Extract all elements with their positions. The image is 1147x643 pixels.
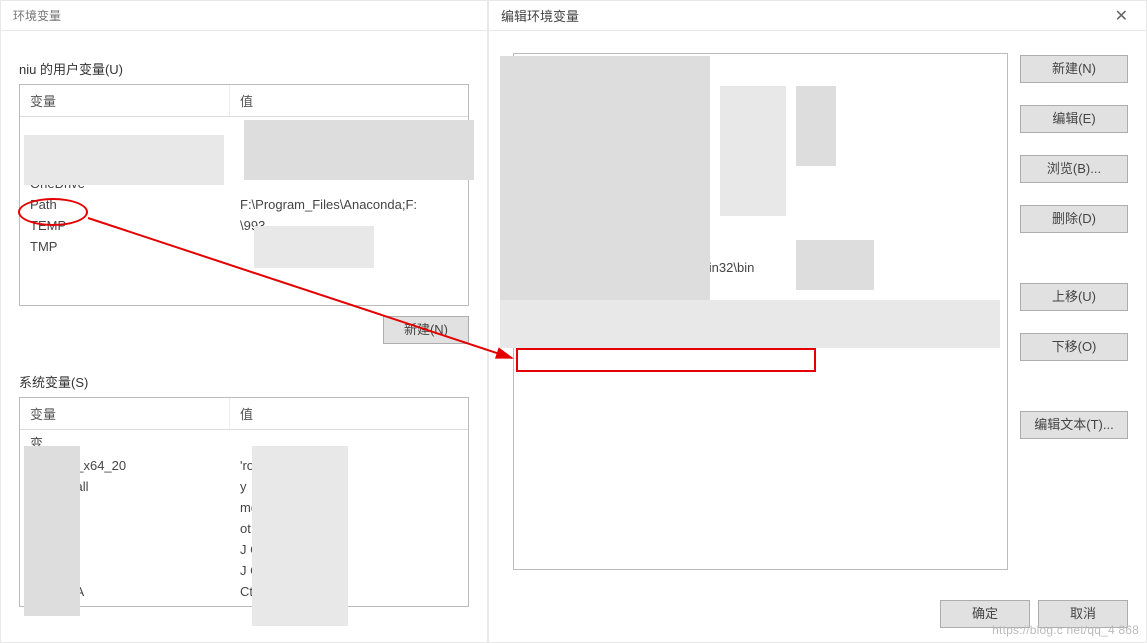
cell-name [20, 539, 230, 560]
delete-button[interactable]: 删除(D) [1020, 205, 1128, 233]
cell-name: 变 [20, 430, 230, 455]
cell-name: asc [20, 518, 230, 539]
browse-button[interactable]: 浏览(B)... [1020, 155, 1128, 183]
move-down-button[interactable]: 下移(O) [1020, 333, 1128, 361]
cell-value [230, 173, 468, 194]
edit-button[interactable]: 编辑(E) [1020, 105, 1128, 133]
list-item[interactable]: Data\ c /indowsApps [516, 155, 1005, 174]
cell-name: DSMAX_x64_20 [20, 455, 230, 476]
new-button[interactable]: 新建(N) [1020, 55, 1128, 83]
cell-value [230, 430, 468, 455]
table-row[interactable]: ateyInstally [20, 476, 468, 497]
list-item[interactable]: iles\A [516, 60, 1005, 79]
cell-value: F:\Program_Files\Anaconda;F: [230, 194, 468, 215]
edit-dialog-title: 编辑环境变量 [501, 6, 579, 25]
cell-name [20, 560, 230, 581]
table-row[interactable]: PathF:\Program_Files\Anaconda;F: [20, 194, 468, 215]
dialog-title: 环境变量 [1, 1, 487, 31]
col-header-name: 变量 [20, 398, 230, 429]
cell-name: pec [20, 497, 230, 518]
col-header-value: 值 [230, 398, 468, 429]
list-item[interactable]: \Library\ v64\bin [516, 79, 1005, 98]
watermark: https://blog.c net/qq_4 868 [992, 623, 1139, 637]
table-row[interactable]: ascot [20, 518, 468, 539]
system-vars-label: 系统变量(S) [19, 372, 487, 391]
env-vars-dialog: 环境变量 niu 的用户变量(U) 变量 值 OneDrivePathF:\Pr… [0, 0, 488, 643]
cell-value: J Co [230, 560, 468, 581]
cell-name: Path [20, 194, 230, 215]
cell-value [230, 236, 468, 257]
list-item[interactable]: Scripts [516, 178, 1005, 197]
cell-name: ateyInstall [20, 476, 230, 497]
table-row[interactable]: DSMAX_x64_20'roc \3ds [20, 455, 468, 476]
edit-text-button[interactable]: 编辑文本(T)... [1020, 411, 1128, 439]
table-row[interactable]: TEMP\993 [20, 215, 468, 236]
cell-name: TMP [20, 236, 230, 257]
list-item[interactable]: ary\ [516, 98, 1005, 117]
cell-value: \993 [230, 215, 468, 236]
table-row[interactable]: OneDrive [20, 173, 468, 194]
cell-value: md.ex [230, 497, 468, 518]
user-vars-list[interactable]: 变量 值 OneDrivePathF:\Program_Files\Anacon… [19, 84, 469, 306]
cell-name: OneDrive [20, 173, 230, 194]
list-item[interactable]: C:\Use ppData\Local\C op\bin [516, 197, 1005, 216]
col-header-value: 值 [230, 85, 468, 116]
cell-value: Ctl Cl [230, 581, 468, 602]
user-new-button[interactable]: 新建(N) [383, 316, 469, 344]
edit-env-var-dialog: 编辑环境变量 ✕ iles\A\Library\ v64\binary\Fil … [488, 0, 1147, 643]
list-item[interactable]: E\D [516, 216, 1005, 235]
cell-value: 'roc \3ds [230, 455, 468, 476]
system-vars-list[interactable]: 变量 值 变DSMAX_x64_20'roc \3dsateyInstallyp… [19, 397, 469, 607]
cell-value: J Co [230, 539, 468, 560]
move-up-button[interactable]: 上移(U) [1020, 283, 1128, 311]
table-row[interactable]: pecmd.ex [20, 497, 468, 518]
table-row[interactable]: J Co [20, 560, 468, 581]
list-item[interactable]: ond s [516, 136, 1005, 155]
cell-value: y [230, 476, 468, 497]
table-row[interactable]: TMP [20, 236, 468, 257]
table-row[interactable]: 变 [20, 430, 468, 455]
cell-value: ot [230, 518, 468, 539]
list-item[interactable]: /pp / /rp [516, 235, 1005, 254]
col-header-name: 变量 [20, 85, 230, 116]
list-item[interactable]: Fil y\ [516, 117, 1005, 136]
path-entries-list[interactable]: iles\A\Library\ v64\binary\Fil y\ond sDa… [513, 53, 1008, 570]
close-icon[interactable]: ✕ [1109, 6, 1134, 26]
user-vars-label: niu 的用户变量(U) [19, 59, 487, 78]
cell-name: DACEDA [20, 581, 230, 602]
cell-name: TEMP [20, 215, 230, 236]
list-item-protoc[interactable]: F:\Program Files\protoc-3.6.1-win32\bin [516, 258, 1005, 277]
table-row[interactable]: DACEDA Ctl Cl [20, 581, 468, 602]
table-row[interactable]: J Co [20, 539, 468, 560]
